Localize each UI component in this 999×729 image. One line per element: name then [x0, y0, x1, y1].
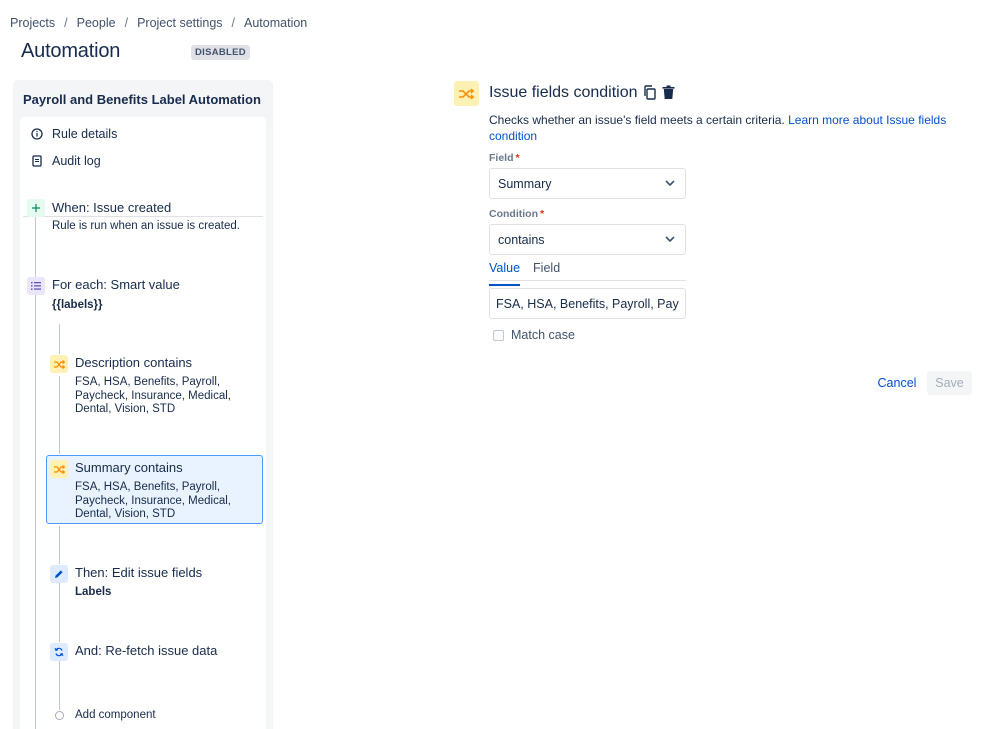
rule-details-link[interactable]: Rule details [30, 127, 117, 141]
match-case-checkbox[interactable] [493, 330, 504, 341]
shuffle-icon [50, 460, 68, 478]
edit-fields-title: Then: Edit issue fields [75, 565, 203, 580]
field-select-value: Summary [498, 176, 552, 191]
summary-condition-title: Summary contains [75, 460, 183, 475]
document-icon [30, 154, 44, 168]
flow-line [59, 526, 60, 564]
field-label-text: Field [489, 152, 514, 164]
tab-value[interactable]: Value [489, 261, 521, 286]
rule-name: Payroll and Benefits Label Automation [23, 92, 261, 107]
required-marker: * [539, 208, 545, 220]
branch-title: For each: Smart value [52, 277, 180, 292]
menu-divider [23, 216, 263, 217]
breadcrumb-project-settings[interactable]: Project settings [137, 16, 222, 30]
condition-title: Issue fields condition [489, 84, 638, 101]
plus-icon [27, 199, 45, 217]
condition-select-value: contains [498, 232, 545, 247]
flow-line [59, 324, 60, 354]
audit-log-label: Audit log [52, 154, 101, 168]
add-component-dot [55, 711, 64, 720]
condition-description-text: Checks whether an issue's field meets a … [489, 113, 785, 127]
audit-log-link[interactable]: Audit log [30, 154, 101, 168]
refetch-title: And: Re-fetch issue data [75, 643, 218, 658]
tab-field[interactable]: Field [533, 261, 560, 280]
trigger-title: When: Issue created [52, 200, 172, 215]
value-input[interactable] [489, 288, 686, 319]
branch-value: {{labels}} [52, 299, 103, 311]
flow-line [59, 660, 60, 710]
copy-icon[interactable] [643, 85, 657, 101]
shuffle-icon [50, 355, 68, 373]
required-marker: * [515, 152, 520, 164]
chevron-down-icon [665, 236, 675, 243]
field-label: Field * [489, 152, 520, 164]
page-title: Automation [21, 40, 121, 62]
trash-icon[interactable] [662, 85, 676, 101]
value-tabs: Value Field [489, 261, 686, 286]
rule-details-label: Rule details [52, 127, 118, 141]
breadcrumb-separator: / [231, 16, 236, 30]
shuffle-icon [454, 81, 479, 106]
match-case-label: Match case [511, 328, 575, 342]
field-select[interactable]: Summary [489, 168, 686, 199]
description-condition-title: Description contains [75, 355, 193, 370]
breadcrumb-separator: / [64, 16, 68, 30]
condition-select[interactable]: contains [489, 224, 686, 255]
breadcrumb-projects[interactable]: Projects [10, 16, 55, 30]
condition-description: Checks whether an issue's field meets a … [489, 112, 959, 144]
description-condition-values: FSA, HSA, Benefits, Payroll, Paycheck, I… [75, 376, 231, 415]
chevron-down-icon [665, 180, 675, 187]
flow-line [59, 376, 60, 454]
summary-condition-values: FSA, HSA, Benefits, Payroll, Paycheck, I… [75, 481, 231, 520]
trigger-description: Rule is run when an issue is created. [52, 220, 240, 232]
save-button[interactable]: Save [927, 371, 972, 395]
breadcrumb-people[interactable]: People [77, 16, 116, 30]
add-component-button[interactable]: Add component [75, 709, 156, 721]
list-icon [27, 277, 45, 295]
breadcrumb-automation[interactable]: Automation [244, 16, 307, 30]
flow-line [59, 582, 60, 642]
info-icon [30, 127, 44, 141]
pencil-icon [50, 565, 68, 583]
edit-fields-value: Labels [75, 586, 112, 598]
breadcrumb-separator: / [124, 16, 129, 30]
cancel-button[interactable]: Cancel [872, 371, 922, 395]
status-badge: DISABLED [191, 45, 250, 60]
condition-label: Condition * [489, 208, 544, 220]
refresh-icon [50, 643, 68, 661]
breadcrumb: Projects / People / Project settings / A… [10, 16, 307, 30]
condition-label-text: Condition [489, 208, 538, 220]
